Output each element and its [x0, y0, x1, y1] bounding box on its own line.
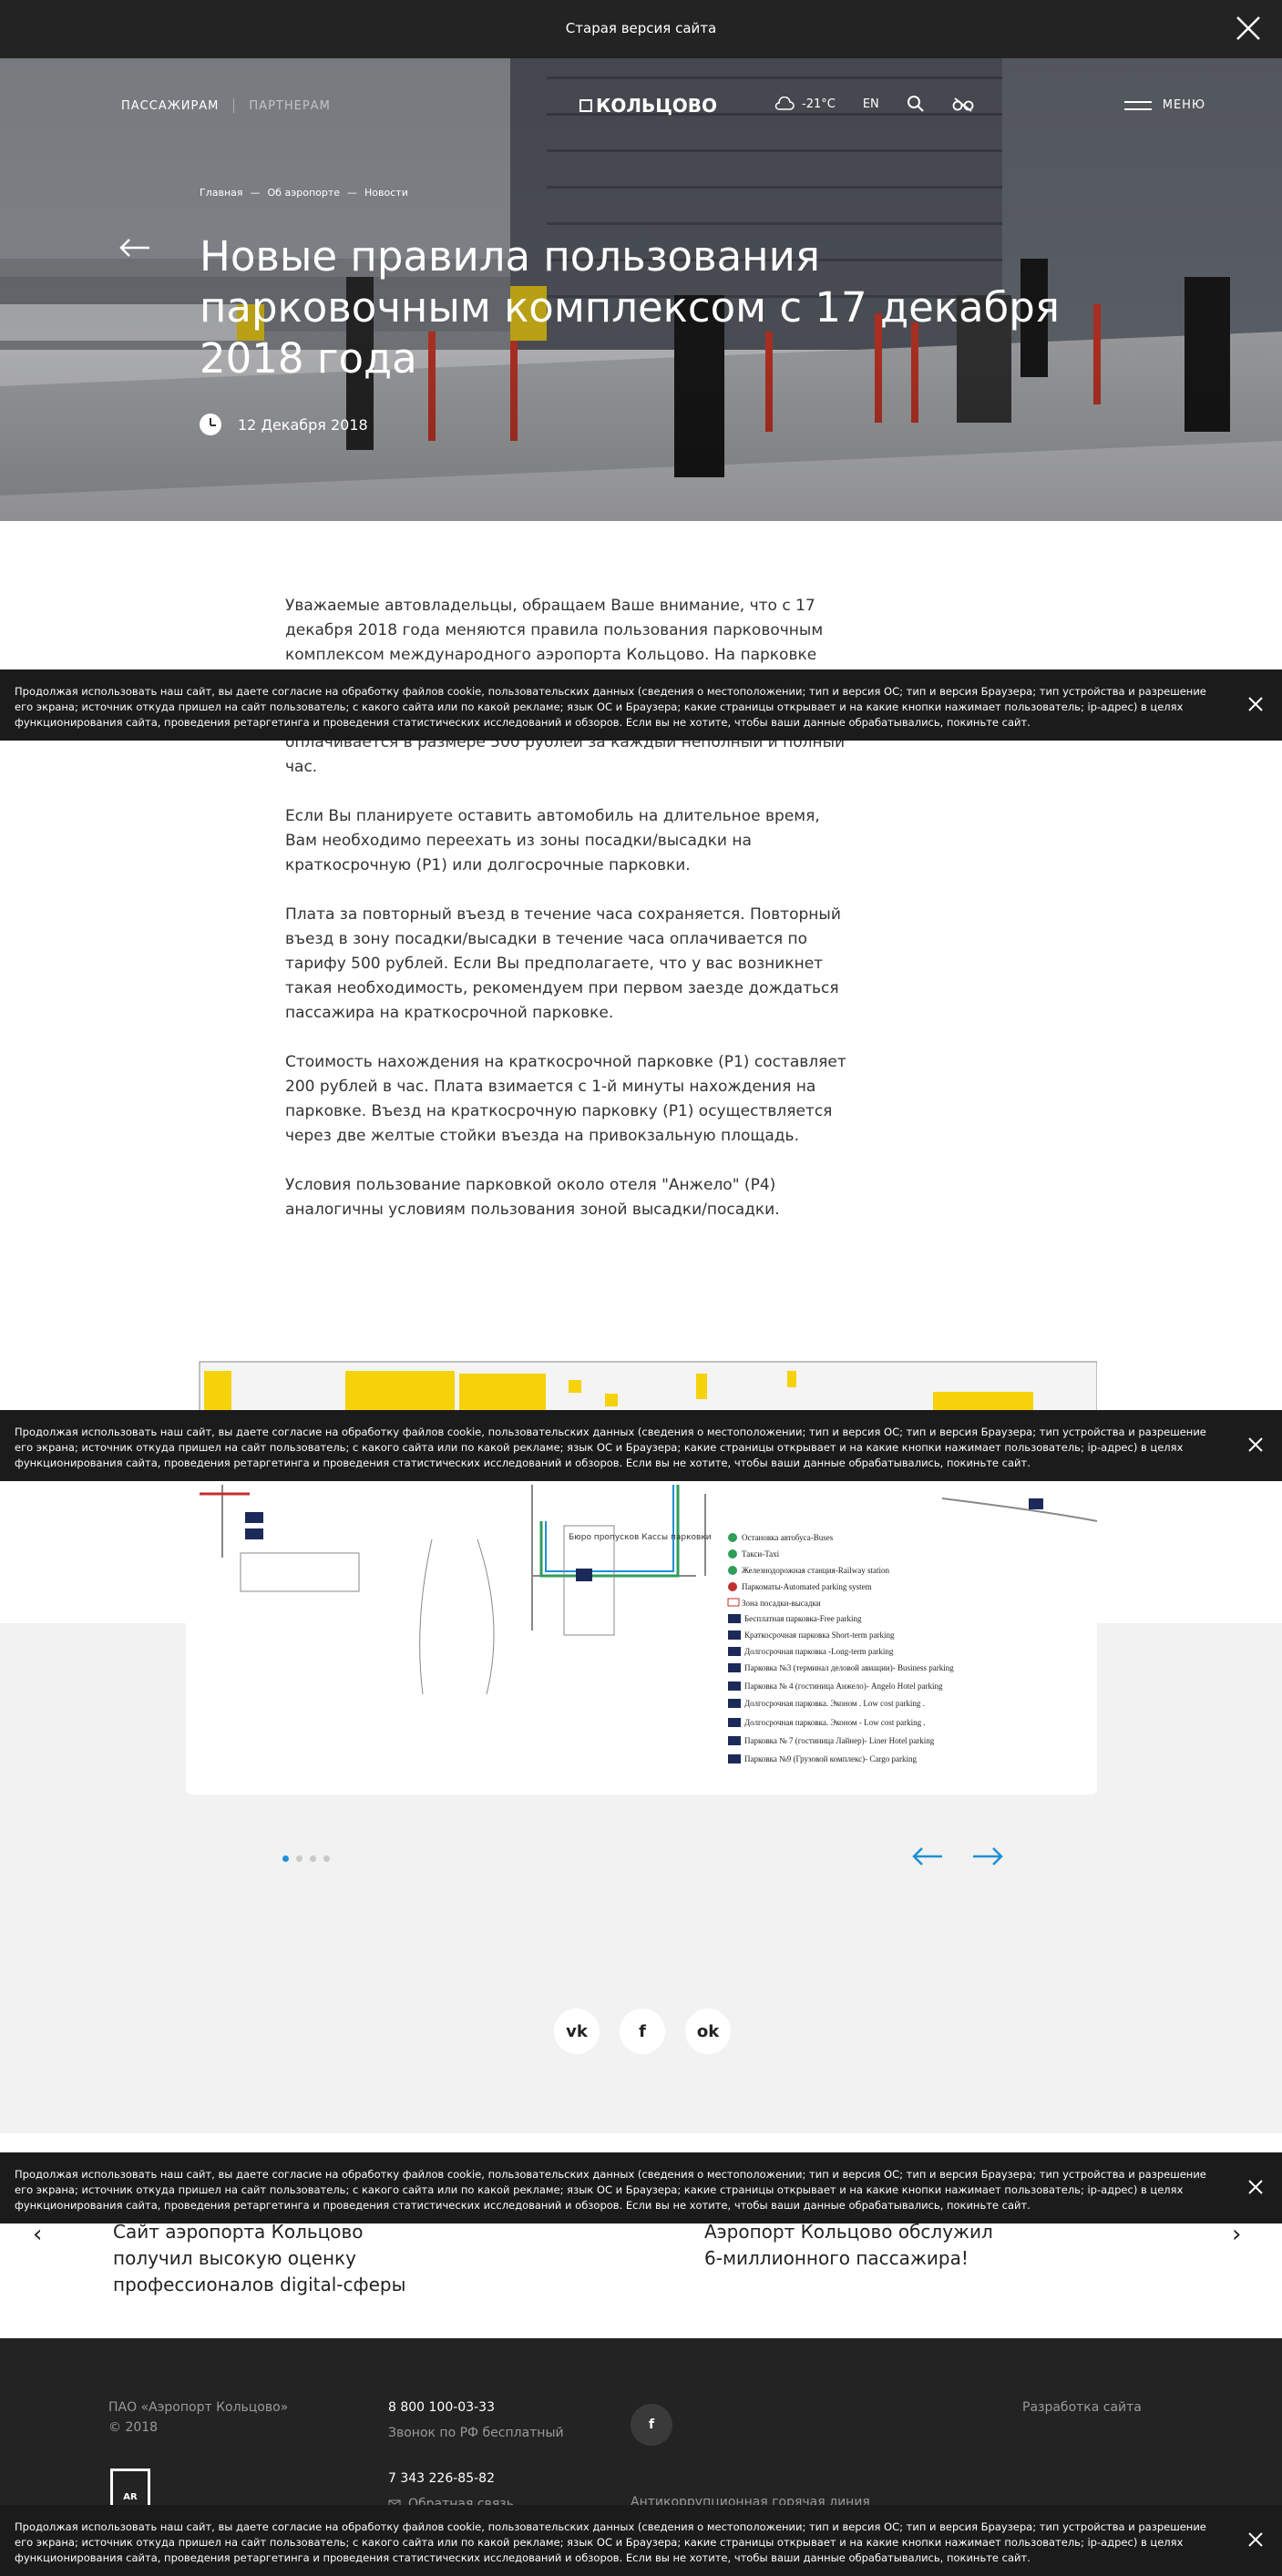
arrow-right-icon[interactable]	[971, 1845, 1004, 1867]
menu-label: МЕНЮ	[1162, 98, 1205, 112]
related-news-prev[interactable]: Сайт аэропорта Кольцово получил высокую …	[113, 2219, 441, 2298]
article-paragraph: Плата за повторный въезд в течение часа …	[285, 905, 841, 1022]
vk-icon: vk	[566, 2021, 588, 2041]
map-legend-item: Паркоматы-Automated parking system	[742, 1582, 872, 1591]
odnoklassniki-share-button[interactable]: ok	[685, 2009, 731, 2054]
publish-date: 12 Декабря 2018	[200, 414, 368, 435]
utility-nav: -21°C EN	[774, 95, 1001, 113]
gallery-arrows	[911, 1845, 1004, 1867]
footer-copyright: © 2018	[108, 2420, 159, 2435]
footer-phone-note: Звонок по РФ бесплатный	[388, 2426, 564, 2440]
article-paragraph: Стоимость нахождения на краткосрочной па…	[285, 1053, 846, 1145]
cookie-text: Продолжая использовать наш сайт, вы дает…	[15, 1426, 1206, 1469]
close-icon[interactable]	[1247, 696, 1264, 712]
pagination-dot[interactable]	[282, 1855, 289, 1862]
logo-text: КОЛЬЦОВО	[596, 95, 718, 117]
map-legend-item: Парковка № 7 (гостиница Лайнер)- Liner H…	[744, 1736, 935, 1745]
chevron-right-icon[interactable]: ›	[1232, 2221, 1241, 2248]
article-paragraph: Если Вы планируете оставить автомобиль н…	[285, 807, 820, 874]
ar-logo[interactable]: AR	[110, 2469, 150, 2509]
close-icon[interactable]	[1247, 1436, 1264, 1453]
parking-map: Бюро пропусков Кассы парковки Остановка …	[186, 1321, 1097, 1794]
cookie-text: Продолжая использовать наш сайт, вы дает…	[15, 2520, 1206, 2564]
nav-partners[interactable]: ПАРТНЕРАМ	[249, 99, 330, 113]
close-icon[interactable]	[1235, 15, 1262, 42]
ar-logo-text: AR	[123, 2492, 138, 2502]
language-switch[interactable]: EN	[863, 97, 879, 111]
map-office-label: Бюро пропусков Кассы парковки	[569, 1533, 712, 1542]
menu-button[interactable]: МЕНЮ	[1123, 98, 1205, 112]
facebook-icon: f	[639, 2021, 646, 2041]
hamburger-icon	[1123, 100, 1152, 110]
old-version-bar: Старая версия сайта	[0, 0, 1282, 58]
old-version-link[interactable]: Старая версия сайта	[0, 20, 1282, 36]
page-title: Новые правила пользования парковочным ко…	[200, 232, 1060, 383]
footer-phone-free[interactable]: 8 800 100-03-33	[388, 2400, 495, 2415]
logo[interactable]: КОЛЬЦОВО	[579, 95, 717, 117]
facebook-share-button[interactable]: f	[620, 2009, 665, 2054]
map-legend-item: Долгосрочная парковка. Эконом . Low cost…	[744, 1699, 925, 1708]
share-buttons: vk f ok	[554, 2009, 731, 2054]
cookie-banner: Продолжая использовать наш сайт, вы дает…	[0, 670, 1282, 741]
weather-temp: -21°C	[802, 97, 836, 111]
breadcrumb-home[interactable]: Главная	[200, 187, 243, 199]
cookie-banner: Продолжая использовать наш сайт, вы дает…	[0, 2152, 1282, 2223]
footer-phone-local[interactable]: 7 343 226-85-82	[388, 2471, 495, 2486]
gallery-slide[interactable]: Бюро пропусков Кассы парковки Остановка …	[186, 1321, 1097, 1794]
article-paragraph: Уважаемые автовладельцы, обращаем Ваше в…	[285, 597, 824, 664]
map-legend-item: Железнодорожная станция-Railway station	[742, 1566, 889, 1575]
close-icon[interactable]	[1247, 2531, 1264, 2548]
odnoklassniki-icon: ok	[696, 2021, 720, 2041]
back-arrow-icon[interactable]	[118, 237, 151, 259]
breadcrumb-separator: —	[347, 187, 358, 199]
breadcrumb-about[interactable]: Об аэропорте	[268, 187, 341, 199]
arrow-left-icon[interactable]	[911, 1845, 944, 1867]
chevron-left-icon[interactable]: ‹	[33, 2221, 42, 2248]
breadcrumb-news[interactable]: Новости	[364, 187, 408, 199]
article-paragraph: Условия пользование парковкой около отел…	[285, 1176, 780, 1219]
map-legend-item: Краткосрочная парковка Short-term parkin…	[744, 1630, 895, 1640]
pagination-dot[interactable]	[310, 1855, 316, 1862]
cookie-text: Продолжая использовать наш сайт, вы дает…	[15, 685, 1206, 729]
related-news-next[interactable]: Аэропорт Кольцово обслужил 6-миллионного…	[704, 2219, 1014, 2272]
map-legend-item: Парковка №9 (Грузовой комплекс)- Cargo p…	[744, 1754, 917, 1763]
pagination-dot[interactable]	[323, 1855, 330, 1862]
cookie-banner: Продолжая использовать наш сайт, вы дает…	[0, 1410, 1282, 1481]
audience-nav: ПАССАЖИРАМ ПАРТНЕРАМ	[121, 98, 331, 113]
logo-mark-icon	[579, 99, 592, 112]
language-label: EN	[862, 97, 879, 111]
breadcrumb: Главная — Об аэропорте — Новости	[200, 187, 408, 199]
nav-divider	[233, 98, 235, 113]
footer-company: ПАО «Аэропорт Кольцово»	[108, 2400, 289, 2415]
nav-passengers[interactable]: ПАССАЖИРАМ	[121, 99, 219, 113]
glasses-icon	[952, 97, 974, 112]
vk-share-button[interactable]: vk	[554, 2009, 600, 2054]
breadcrumb-separator: —	[250, 187, 261, 199]
search-button[interactable]	[907, 95, 925, 113]
hero: ПАССАЖИРАМ ПАРТНЕРАМ КОЛЬЦОВО -21°C EN М…	[0, 58, 1282, 521]
cookie-text: Продолжая использовать наш сайт, вы дает…	[15, 2168, 1206, 2212]
weather: -21°C	[774, 97, 836, 111]
map-legend-item: Бесплатная парковка-Free parking	[744, 1614, 862, 1623]
close-icon[interactable]	[1247, 2179, 1264, 2195]
search-icon	[907, 96, 924, 112]
pagination-dot[interactable]	[296, 1855, 303, 1862]
map-legend-item: Долгосрочная парковка. Эконом - Low cost…	[744, 1718, 926, 1727]
map-legend-item: Такси-Taxi	[742, 1549, 780, 1559]
facebook-icon: f	[648, 2418, 655, 2432]
cloud-icon	[774, 97, 795, 110]
developer-link[interactable]: Разработка сайта	[1022, 2400, 1142, 2415]
map-legend-item: Парковка № 4 (гостиница Анжело)- Angelo …	[744, 1682, 943, 1691]
publish-date-text: 12 Декабря 2018	[238, 415, 368, 434]
clock-icon	[200, 414, 221, 435]
cookie-banner: Продолжая использовать наш сайт, вы дает…	[0, 2505, 1282, 2576]
map-legend-item: Парковка №3 (терминал деловой авиации)- …	[744, 1663, 954, 1672]
map-legend-item: Зона посадки-высадки	[742, 1599, 821, 1608]
map-legend-item: Долгосрочная парковка -Long-term parking	[744, 1647, 894, 1656]
gallery-pagination	[282, 1855, 330, 1862]
footer-facebook-button[interactable]: f	[631, 2404, 672, 2446]
map-legend-item: Остановка автобуса-Buses	[742, 1533, 834, 1542]
accessibility-button[interactable]	[952, 96, 974, 112]
